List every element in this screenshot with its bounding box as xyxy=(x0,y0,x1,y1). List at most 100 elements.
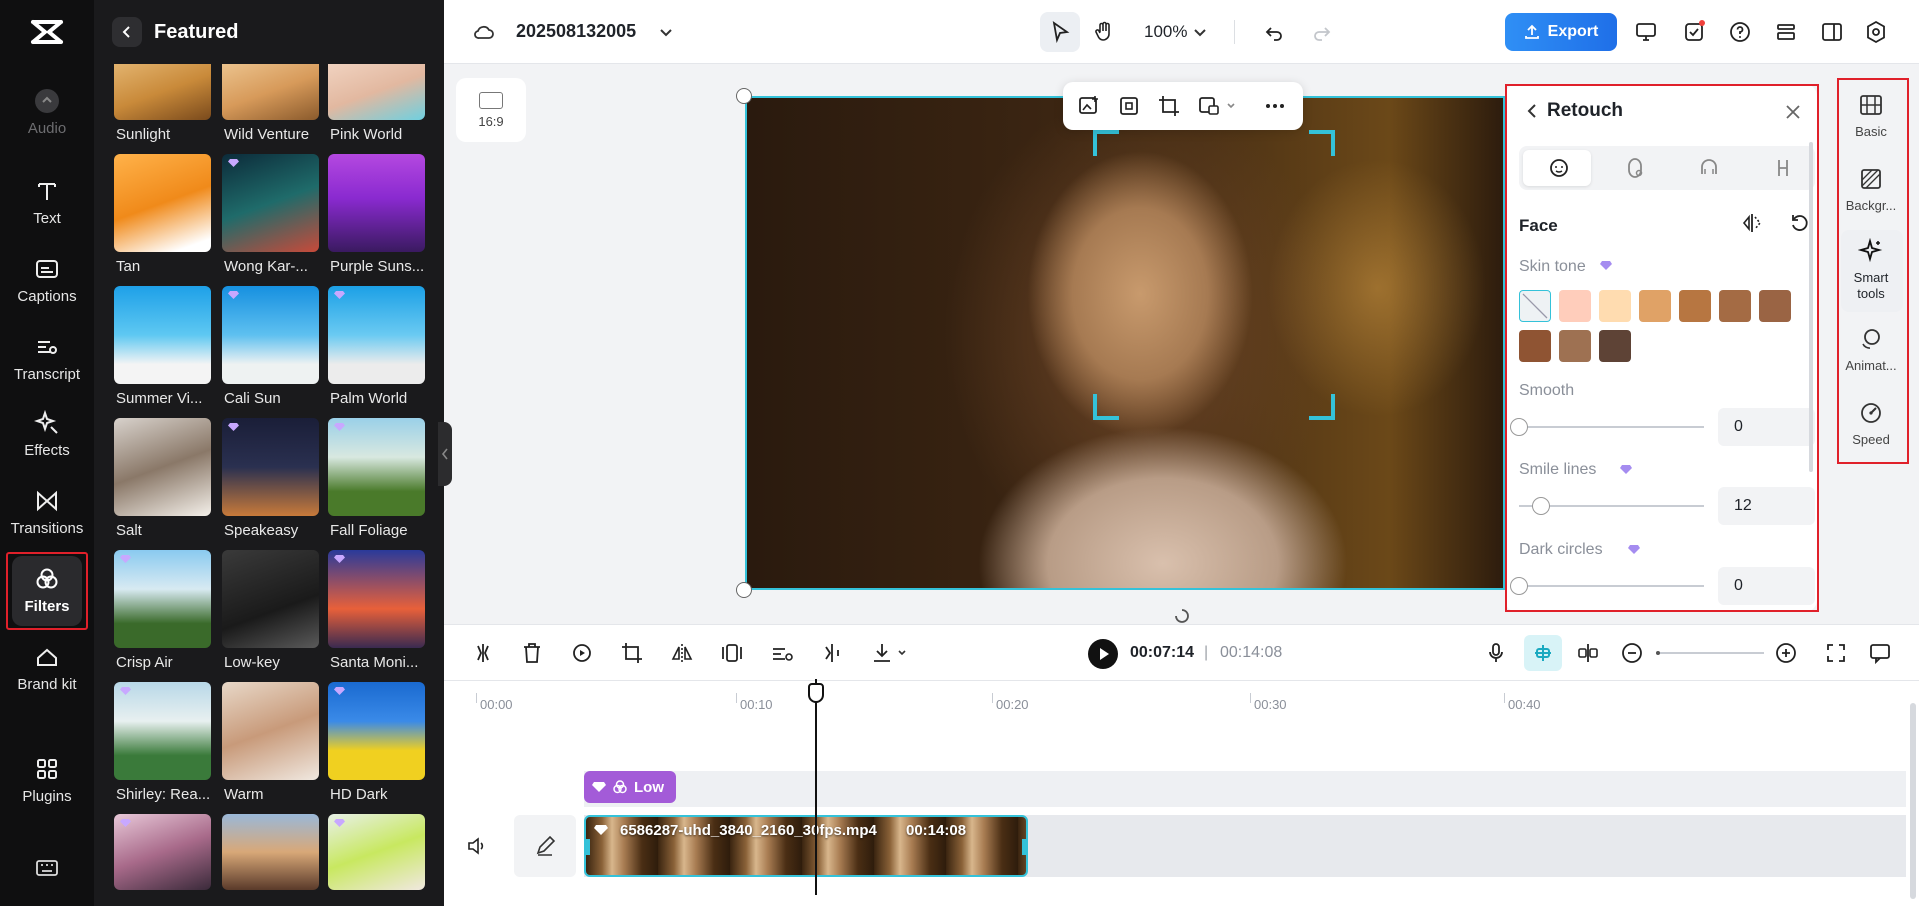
premium-gem-icon xyxy=(334,686,345,696)
aspect-ratio-button[interactable]: 16:9 xyxy=(456,78,526,142)
filter-tile[interactable] xyxy=(328,418,425,516)
filter-tile-label: Summer Vi... xyxy=(116,390,220,407)
filter-tile-label: HD Dark xyxy=(330,786,434,803)
filter-tile[interactable] xyxy=(114,418,211,516)
back-button[interactable] xyxy=(112,17,142,47)
hand-icon[interactable] xyxy=(1092,20,1116,44)
chevron-down-icon[interactable] xyxy=(896,647,908,659)
replace-media-icon[interactable] xyxy=(1197,94,1221,118)
flip-icon[interactable] xyxy=(670,641,694,665)
notifications-icon[interactable] xyxy=(1682,20,1706,44)
chevron-down-icon[interactable] xyxy=(654,20,678,44)
comment-icon[interactable] xyxy=(1868,641,1892,665)
filter-tile[interactable] xyxy=(328,682,425,780)
video-preview[interactable] xyxy=(745,96,1505,590)
filter-tile[interactable] xyxy=(328,286,425,384)
rail-item-transitions[interactable]: Transitions xyxy=(0,488,94,537)
clip-trim-handle-right[interactable] xyxy=(1022,839,1026,855)
filter-tile[interactable] xyxy=(114,154,211,252)
timeline-zoom-slider[interactable] xyxy=(1656,652,1764,654)
rail-item-text[interactable]: Text xyxy=(0,178,94,227)
replace-image-icon[interactable] xyxy=(1077,94,1101,118)
filter-tile[interactable] xyxy=(114,286,211,384)
filter-tile[interactable] xyxy=(222,154,319,252)
rail-item-transcript[interactable]: Transcript xyxy=(0,334,94,383)
rotate-icon xyxy=(1172,606,1192,624)
playhead-handle[interactable] xyxy=(808,683,824,703)
filters-icon xyxy=(612,779,628,795)
chevron-down-icon[interactable] xyxy=(1225,100,1237,112)
resize-handle[interactable] xyxy=(736,88,752,104)
cloud-icon[interactable] xyxy=(472,20,496,44)
rail-item-label: Effects xyxy=(24,442,70,459)
rail-item-captions[interactable]: Captions xyxy=(0,256,94,305)
filter-tile[interactable] xyxy=(114,550,211,648)
filter-tile[interactable] xyxy=(114,814,211,890)
trim-icon[interactable] xyxy=(820,641,844,665)
split-audio-icon[interactable] xyxy=(1576,641,1600,665)
rail-item-effects[interactable]: Effects xyxy=(0,410,94,459)
filter-tile[interactable] xyxy=(222,814,319,890)
undo-icon[interactable] xyxy=(1262,20,1286,44)
freeze-icon[interactable] xyxy=(720,641,744,665)
download-icon[interactable] xyxy=(870,641,894,665)
chevron-down-icon[interactable] xyxy=(1188,20,1212,44)
auto-snap-toggle[interactable] xyxy=(1524,635,1562,671)
zoom-level[interactable]: 100% xyxy=(1144,22,1187,42)
export-button[interactable]: Export xyxy=(1505,13,1617,51)
clip-trim-handle-left[interactable] xyxy=(586,839,590,855)
timeline-scrollbar[interactable] xyxy=(1910,703,1916,899)
remove-background-icon[interactable] xyxy=(770,641,794,665)
filter-tile[interactable] xyxy=(222,286,319,384)
settings-icon[interactable] xyxy=(1864,20,1888,44)
filter-tile[interactable] xyxy=(222,682,319,780)
filter-tile[interactable] xyxy=(114,682,211,780)
filter-tile[interactable] xyxy=(222,418,319,516)
filter-tile-label: Speakeasy xyxy=(224,522,328,539)
premium-gem-icon xyxy=(334,422,345,432)
microphone-icon[interactable] xyxy=(1484,641,1508,665)
rail-item-brand-kit[interactable]: Brand kit xyxy=(0,644,94,693)
crop-icon[interactable] xyxy=(1157,94,1181,118)
zoom-in-icon[interactable] xyxy=(1774,641,1798,665)
app-logo[interactable] xyxy=(29,16,65,48)
playhead[interactable] xyxy=(815,679,817,895)
face-detect-icon[interactable] xyxy=(1117,94,1141,118)
delete-icon[interactable] xyxy=(520,641,544,665)
timeline-toolbar: 00:07:14 | 00:14:08 xyxy=(444,624,1919,680)
keyboard-shortcuts-button[interactable] xyxy=(35,858,59,878)
layers-icon[interactable] xyxy=(1774,20,1798,44)
resize-handle[interactable] xyxy=(736,582,752,598)
panel-layout-icon[interactable] xyxy=(1820,20,1844,44)
panel-collapse-handle[interactable] xyxy=(438,422,452,486)
filter-tile[interactable] xyxy=(222,550,319,648)
fullscreen-icon[interactable] xyxy=(1824,641,1848,665)
timeline: 00:0000:1000:2000:3000:40 Low 6586287-uh… xyxy=(444,680,1919,906)
project-name[interactable]: 202508132005 xyxy=(516,21,636,42)
replay-icon[interactable] xyxy=(570,641,594,665)
face-frame-corner xyxy=(1093,394,1119,420)
filter-clip[interactable]: Low xyxy=(584,771,676,803)
help-icon[interactable] xyxy=(1728,20,1752,44)
play-button[interactable] xyxy=(1088,639,1118,669)
filter-tile[interactable] xyxy=(328,814,425,890)
transcript-icon xyxy=(34,334,60,360)
filter-tile[interactable] xyxy=(328,550,425,648)
present-icon[interactable] xyxy=(1634,20,1658,44)
filter-tile-label: Warm xyxy=(224,786,328,803)
timeline-zoom-knob[interactable] xyxy=(1656,651,1660,655)
pointer-icon[interactable] xyxy=(1048,20,1072,44)
pencil-icon xyxy=(514,815,576,877)
filter-tile[interactable] xyxy=(328,154,425,252)
crop-icon[interactable] xyxy=(620,641,644,665)
split-icon[interactable] xyxy=(471,641,495,665)
rotate-handle[interactable] xyxy=(1172,606,1192,624)
rail-item-audio[interactable]: Audio xyxy=(0,88,94,137)
edit-track-button[interactable] xyxy=(514,815,576,877)
redo-icon[interactable] xyxy=(1310,20,1334,44)
video-clip[interactable]: 6586287-uhd_3840_2160_30fps.mp4 00:14:08 xyxy=(584,815,1028,877)
rail-item-plugins[interactable]: Plugins xyxy=(0,756,94,805)
mute-track-icon[interactable] xyxy=(466,835,488,857)
more-icon[interactable] xyxy=(1263,94,1287,118)
zoom-out-icon[interactable] xyxy=(1620,641,1644,665)
